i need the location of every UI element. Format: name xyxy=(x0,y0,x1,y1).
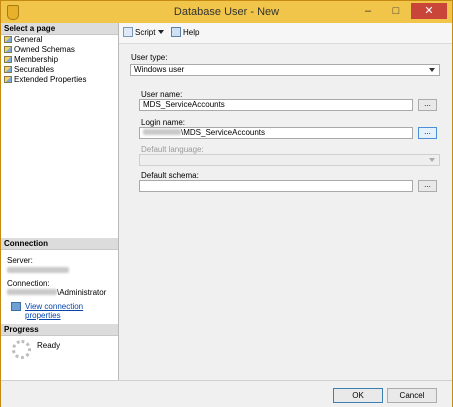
login-domain-redacted xyxy=(143,129,181,135)
chevron-down-icon[interactable] xyxy=(158,30,165,34)
minimize-button[interactable]: – xyxy=(356,3,380,19)
page-item-general[interactable]: General xyxy=(4,35,42,45)
help-label: Help xyxy=(183,28,200,37)
script-button[interactable]: Script xyxy=(123,27,165,38)
connection-properties-icon xyxy=(11,302,21,311)
login-name-browse-button[interactable]: ... xyxy=(418,127,437,139)
dialog-footer: OK Cancel xyxy=(1,380,452,407)
chevron-down-icon xyxy=(429,158,435,162)
user-name-label: User name: xyxy=(141,90,183,99)
default-language-dropdown xyxy=(139,154,440,166)
page-icon xyxy=(4,36,12,43)
database-user-dialog: Database User - New – □ ✕ Select a page … xyxy=(0,0,453,407)
close-button[interactable]: ✕ xyxy=(411,3,447,19)
help-button[interactable]: Help xyxy=(171,27,199,38)
connection-label: Connection: xyxy=(7,279,50,288)
ok-button[interactable]: OK xyxy=(333,388,383,403)
server-label: Server: xyxy=(7,256,33,265)
default-schema-label: Default schema: xyxy=(141,171,199,180)
general-page-panel: User type: Windows user User name: MDS_S… xyxy=(119,44,452,380)
server-value xyxy=(7,266,69,275)
page-item-label: Membership xyxy=(14,55,59,64)
toolbar: Script Help xyxy=(119,23,452,44)
progress-header: Progress xyxy=(1,324,118,336)
title-bar: Database User - New – □ ✕ xyxy=(1,1,452,23)
user-name-browse-button[interactable]: ... xyxy=(418,99,437,111)
page-item-securables[interactable]: Securables xyxy=(4,65,54,75)
select-page-header: Select a page xyxy=(1,23,118,35)
connection-account: \Administrator xyxy=(57,288,107,297)
user-name-input[interactable]: MDS_ServiceAccounts xyxy=(139,99,413,111)
user-type-label: User type: xyxy=(131,53,168,62)
progress-status: Ready xyxy=(37,341,61,350)
page-icon xyxy=(4,66,12,73)
user-type-value: Windows user xyxy=(134,65,185,74)
script-label: Script xyxy=(135,28,156,37)
page-icon xyxy=(4,56,12,63)
page-item-label: Securables xyxy=(14,65,55,74)
cancel-button[interactable]: Cancel xyxy=(387,388,437,403)
chevron-down-icon xyxy=(429,68,435,72)
connection-value: \Administrator xyxy=(7,288,106,297)
page-icon xyxy=(4,46,12,53)
page-item-extended-properties[interactable]: Extended Properties xyxy=(4,75,87,85)
login-name-input[interactable]: \MDS_ServiceAccounts xyxy=(139,127,413,139)
page-icon xyxy=(4,76,12,83)
default-schema-input[interactable] xyxy=(139,180,413,192)
default-schema-browse-button[interactable]: ... xyxy=(418,180,437,192)
default-language-label: Default language: xyxy=(141,145,204,154)
page-item-owned-schemas[interactable]: Owned Schemas xyxy=(4,45,75,55)
user-name-value: MDS_ServiceAccounts xyxy=(143,100,225,109)
view-connection-properties-link[interactable]: View connection properties xyxy=(25,302,118,320)
page-item-label: Extended Properties xyxy=(14,75,87,84)
login-name-label: Login name: xyxy=(141,118,186,127)
left-pane: Select a page General Owned Schemas Memb… xyxy=(1,23,119,380)
progress-spinner-icon xyxy=(12,340,31,359)
page-item-label: General xyxy=(14,35,43,44)
user-type-dropdown[interactable]: Windows user xyxy=(130,64,440,76)
help-icon xyxy=(171,27,181,37)
script-icon xyxy=(123,27,133,37)
connection-header: Connection xyxy=(1,238,118,250)
page-item-label: Owned Schemas xyxy=(14,45,75,54)
login-name-value: \MDS_ServiceAccounts xyxy=(181,128,266,137)
maximize-button[interactable]: □ xyxy=(384,3,408,19)
page-item-membership[interactable]: Membership xyxy=(4,55,58,65)
